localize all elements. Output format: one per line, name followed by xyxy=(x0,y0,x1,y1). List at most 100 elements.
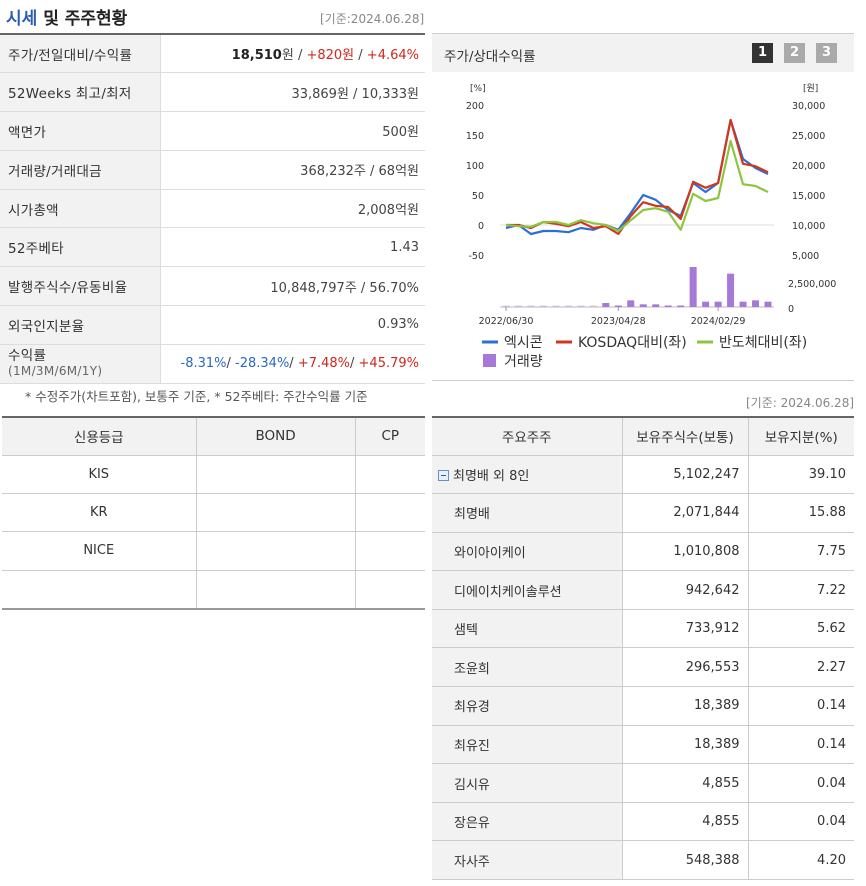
separator: / xyxy=(350,356,359,372)
price-row: 발행주식수/유동비율 10,848,797주 / 56.70% xyxy=(0,266,425,307)
price-row-label: 시가총액 xyxy=(0,189,161,229)
holder-pct: 0.14 xyxy=(748,686,854,726)
holder-pct: 15.88 xyxy=(748,493,854,533)
volume-bar xyxy=(527,305,535,307)
section-title: 시세 및 주주현황 xyxy=(6,4,127,29)
price-row: 액면가 500원 xyxy=(0,111,425,151)
separator: / xyxy=(289,356,298,372)
holder-group-name-cell: 최명배 외 8인 xyxy=(432,455,623,495)
volume-bar xyxy=(652,304,660,307)
holder-name: 디에이치케이솔루션 xyxy=(432,570,623,610)
chart-page-2-button[interactable]: 2 xyxy=(784,43,805,63)
left-axis-tick: 50 xyxy=(472,191,484,202)
volume-bar xyxy=(539,305,547,307)
right-axis-tick: 25,000 xyxy=(792,131,825,142)
price-row-label: 액면가 xyxy=(0,111,161,151)
volume-axis-tick: 2,500,000 xyxy=(788,279,836,290)
separator: / xyxy=(226,356,236,372)
series-lines xyxy=(505,118,769,236)
x-axis-label: 2024/02/29 xyxy=(691,316,746,327)
holder-header: 주요주주 xyxy=(432,417,623,456)
holder-pct: 2.27 xyxy=(748,647,854,688)
volume-bar xyxy=(639,304,647,307)
volume-bar xyxy=(727,273,735,307)
volume-bar xyxy=(589,305,597,307)
holder-name: 최유진 xyxy=(432,725,623,765)
price-row-value: 0.93% xyxy=(160,305,425,345)
holder-name: 조윤희 xyxy=(432,647,623,688)
section-title-highlight: 시세 xyxy=(6,9,38,29)
price-change-rate: +4.64% xyxy=(366,48,419,64)
price-unit: 원 xyxy=(281,48,294,64)
holder-header: 보유지분(%) xyxy=(748,417,854,456)
return-6m: +7.48% xyxy=(297,356,351,372)
holder-pct: 0.04 xyxy=(748,763,854,803)
price-row-label: 거래량/거래대금 xyxy=(0,150,161,190)
holder-pct: 7.75 xyxy=(748,532,854,572)
price-row-label: 52Weeks 최고/최저 xyxy=(0,72,161,113)
holder-shares: 18,389 xyxy=(622,686,749,726)
price-row-value: 2,008억원 xyxy=(160,189,425,229)
credit-agency: KIS xyxy=(2,455,197,494)
holder-name: 자사주 xyxy=(432,840,623,881)
price-row: 52주베타 1.43 xyxy=(0,227,425,268)
credit-bond xyxy=(196,531,356,571)
price-change: +820원 xyxy=(306,48,355,64)
holder-header: 보유주식수(보통) xyxy=(622,417,749,456)
credit-cp xyxy=(355,455,425,494)
right-axis-tick: 20,000 xyxy=(792,161,825,172)
x-axis-label: 2022/06/30 xyxy=(479,316,534,327)
holder-row: 샘텍 733,912 5.62 xyxy=(432,609,854,649)
legend-label-semi[interactable]: 반도체대비(좌) xyxy=(719,335,807,351)
volume-bar xyxy=(614,305,622,307)
price-summary-table: 주가/전일대비/수익률 18,510원 / +820원 / +4.64% 52W… xyxy=(0,33,425,384)
price-row-value: 500원 xyxy=(160,111,425,151)
price-row: 주가/전일대비/수익률 18,510원 / +820원 / +4.64% xyxy=(0,34,425,74)
credit-agency: KR xyxy=(2,493,197,533)
collapse-minus-icon[interactable] xyxy=(438,469,449,481)
credit-bond xyxy=(196,455,356,494)
credit-agency: NICE xyxy=(2,531,197,571)
credit-bond xyxy=(196,493,356,533)
volume-bar xyxy=(664,305,672,307)
price-row: 52Weeks 최고/최저 33,869원 / 10,333원 xyxy=(0,72,425,113)
volume-bars xyxy=(502,267,772,307)
section-title-rest: 및 주주현황 xyxy=(37,9,128,29)
legend-label-kosdaq[interactable]: KOSDAQ대비(좌) xyxy=(578,335,687,351)
price-base-date: [기준:2024.06.28] xyxy=(320,12,425,26)
return-1y: +45.79% xyxy=(358,356,419,372)
holder-row: 디에이치케이솔루션 942,642 7.22 xyxy=(432,570,854,610)
price-row-value: 10,848,797주 / 56.70% xyxy=(160,266,425,307)
holder-name: 장은유 xyxy=(432,802,623,842)
holder-shares: 296,553 xyxy=(622,647,749,688)
credit-cp xyxy=(355,531,425,571)
volume-axis-tick: 0 xyxy=(788,304,794,315)
holder-pct: 0.14 xyxy=(748,725,854,765)
holder-group-row[interactable]: 최명배 외 8인 5,102,247 39.10 xyxy=(432,455,854,495)
price-row: 시가총액 2,008억원 xyxy=(0,189,425,229)
right-axis-unit: [원] xyxy=(803,83,818,94)
credit-header: 신용등급 xyxy=(2,417,197,456)
chart-title: 주가/상대수익률 xyxy=(444,49,536,65)
volume-bar xyxy=(702,301,710,307)
holder-row: 최명배 2,071,844 15.88 xyxy=(432,493,854,533)
current-price: 18,510 xyxy=(231,48,282,64)
legend-label-volume[interactable]: 거래량 xyxy=(504,354,543,370)
price-row: 거래량/거래대금 368,232주 / 68억원 xyxy=(0,150,425,190)
footnote: * 수정주가(차트포함), 보통주 기준, * 52주베타: 주간수익률 기준 xyxy=(25,389,368,404)
chart-page-3-button[interactable]: 3 xyxy=(816,43,837,63)
volume-bar xyxy=(627,300,635,307)
price-row-label: 52주베타 xyxy=(0,227,161,268)
chart-page-1-button[interactable]: 1 xyxy=(752,43,773,63)
price-row-label: 외국인지분율 xyxy=(0,305,161,345)
holder-name: 최명배 xyxy=(432,493,623,533)
holder-name: 최유경 xyxy=(432,686,623,726)
credit-cp xyxy=(355,570,425,610)
left-axis-tick: 100 xyxy=(466,161,484,172)
legend-label-stock[interactable]: 엑시콘 xyxy=(504,335,543,351)
volume-bar xyxy=(514,305,522,307)
holder-row: 김시유 4,855 0.04 xyxy=(432,763,854,803)
holder-name: 와이아이케이 xyxy=(432,532,623,572)
credit-header: CP xyxy=(355,417,425,456)
left-axis-tick: 200 xyxy=(466,101,484,112)
